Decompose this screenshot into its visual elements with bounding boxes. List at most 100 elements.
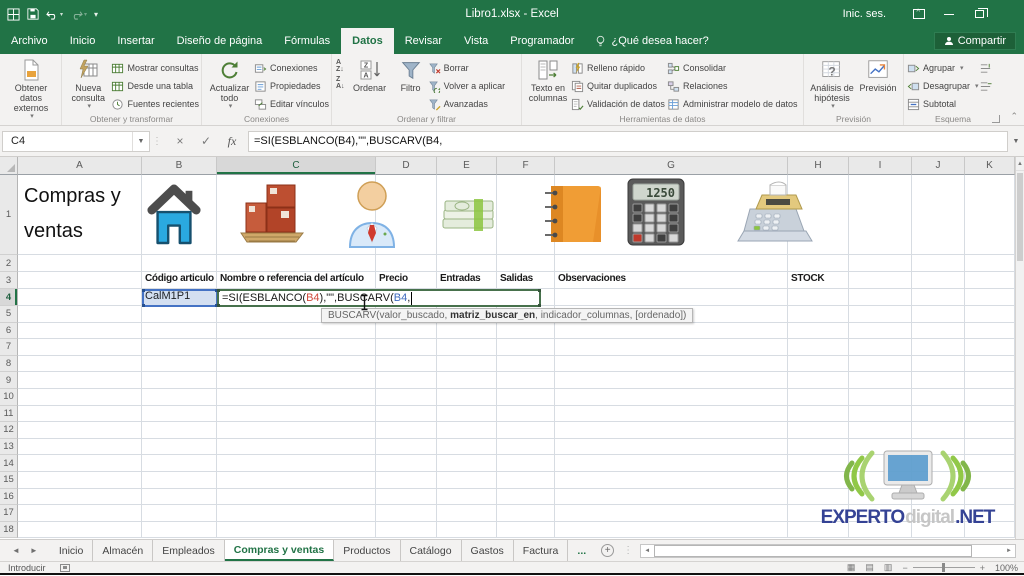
cell-E13[interactable] (437, 439, 497, 456)
cell-A17[interactable] (18, 505, 142, 522)
row-header-8[interactable]: 8 (0, 356, 18, 373)
cell-G15[interactable] (555, 472, 788, 489)
cell-K12[interactable] (965, 422, 1015, 439)
sheet-nav-left-icon[interactable]: ◄ (12, 546, 20, 555)
cell-D12[interactable] (376, 422, 437, 439)
prevision-button[interactable]: Previsión (857, 57, 899, 94)
sheet-tab-almacen[interactable]: Almacén (93, 540, 153, 561)
cell-K1[interactable] (965, 175, 1015, 255)
name-box-dropdown-icon[interactable]: ▼ (132, 132, 149, 151)
cell-E18[interactable] (437, 522, 497, 539)
cell-B18[interactable] (142, 522, 217, 539)
cell-F11[interactable] (497, 406, 555, 423)
row-header-7[interactable]: 7 (0, 339, 18, 356)
cell-I13[interactable] (849, 439, 912, 456)
editar-vinculos-button[interactable]: Editar vínculos (254, 95, 329, 113)
cell-I1[interactable] (849, 175, 912, 255)
actualizar-todo-button[interactable]: Actualizar todo (205, 57, 254, 112)
formula-input[interactable]: =SI(ESBLANCO(B4),"",BUSCARV(B4, (248, 131, 1008, 152)
cell-E14[interactable] (437, 455, 497, 472)
cell-B8[interactable] (142, 356, 217, 373)
ribbon-display-options-button[interactable] (904, 0, 934, 28)
cell-G13[interactable] (555, 439, 788, 456)
boxes-image[interactable] (237, 181, 307, 247)
cell-I5[interactable] (849, 306, 912, 323)
column-header-G[interactable]: G (555, 157, 788, 175)
column-header-I[interactable]: I (849, 157, 912, 175)
cell-G2[interactable] (555, 255, 788, 272)
cell-K9[interactable] (965, 372, 1015, 389)
cell-A14[interactable] (18, 455, 142, 472)
column-header-H[interactable]: H (788, 157, 849, 175)
cell-G12[interactable] (555, 422, 788, 439)
row-header-11[interactable]: 11 (0, 406, 18, 423)
cell-H8[interactable] (788, 356, 849, 373)
cell-D3[interactable]: Precio (376, 272, 437, 289)
agrupar-button[interactable]: Agrupar (907, 59, 979, 77)
mostrar-consultas-button[interactable]: Mostrar consultas (111, 59, 199, 77)
cell-B12[interactable] (142, 422, 217, 439)
cell-F3[interactable]: Salidas (497, 272, 555, 289)
sheet-tab-productos[interactable]: Productos (334, 540, 400, 561)
cell-K6[interactable] (965, 323, 1015, 340)
consolidar-button[interactable]: Consolidar (667, 59, 799, 77)
sign-in-link[interactable]: Inic. ses. (843, 8, 886, 20)
row-header-2[interactable]: 2 (0, 255, 18, 272)
cell-A18[interactable] (18, 522, 142, 539)
cell-E10[interactable] (437, 389, 497, 406)
cell-F7[interactable] (497, 339, 555, 356)
cell-F9[interactable] (497, 372, 555, 389)
column-header-B[interactable]: B (142, 157, 217, 175)
cell-B4[interactable]: CalM1P1 (142, 289, 217, 306)
cell-C16[interactable] (217, 489, 376, 506)
cell-E16[interactable] (437, 489, 497, 506)
cell-C13[interactable] (217, 439, 376, 456)
cell-K16[interactable] (965, 489, 1015, 506)
cell-H13[interactable] (788, 439, 849, 456)
row-header-9[interactable]: 9 (0, 372, 18, 389)
cell-H15[interactable] (788, 472, 849, 489)
cell-H17[interactable] (788, 505, 849, 522)
cell-F15[interactable] (497, 472, 555, 489)
insert-function-button[interactable]: fx (220, 131, 244, 152)
cell-A5[interactable] (18, 306, 142, 323)
cell-I3[interactable] (849, 272, 912, 289)
cell-E2[interactable] (437, 255, 497, 272)
sheet-tab-gastos[interactable]: Gastos (462, 540, 514, 561)
conexiones-button[interactable]: Conexiones (254, 59, 329, 77)
relaciones-button[interactable]: Relaciones (667, 77, 799, 95)
column-header-D[interactable]: D (376, 157, 437, 175)
cell-D11[interactable] (376, 406, 437, 423)
row-header-1[interactable]: 1 (0, 175, 18, 255)
cell-B14[interactable] (142, 455, 217, 472)
enter-button[interactable]: ✓ (194, 131, 218, 152)
row-header-4[interactable]: 4 (0, 289, 18, 306)
row-header-12[interactable]: 12 (0, 422, 18, 439)
cell-D14[interactable] (376, 455, 437, 472)
cash-register-image[interactable] (736, 181, 818, 245)
cell-G18[interactable] (555, 522, 788, 539)
cell-H16[interactable] (788, 489, 849, 506)
cell-B13[interactable] (142, 439, 217, 456)
cell-F10[interactable] (497, 389, 555, 406)
cell-G17[interactable] (555, 505, 788, 522)
cell-A9[interactable] (18, 372, 142, 389)
cell-G9[interactable] (555, 372, 788, 389)
cell-C11[interactable] (217, 406, 376, 423)
cell-E11[interactable] (437, 406, 497, 423)
cell-H12[interactable] (788, 422, 849, 439)
cell-D15[interactable] (376, 472, 437, 489)
fuentes-recientes-button[interactable]: Fuentes recientes (111, 95, 199, 113)
worker-image[interactable] (344, 179, 400, 249)
administrar-modelo-button[interactable]: Administrar modelo de datos (667, 95, 799, 113)
relleno-rapido-button[interactable]: Relleno rápido (571, 59, 667, 77)
filtro-button[interactable]: Filtro (394, 57, 428, 94)
cell-G8[interactable] (555, 356, 788, 373)
cell-E7[interactable] (437, 339, 497, 356)
row-header-17[interactable]: 17 (0, 505, 18, 522)
row-header-3[interactable]: 3 (0, 272, 18, 289)
desde-una-tabla-button[interactable]: Desde una tabla (111, 77, 199, 95)
cell-D10[interactable] (376, 389, 437, 406)
tab-archivo[interactable]: Archivo (0, 28, 59, 54)
cell-B3[interactable]: Código articulo (142, 272, 217, 289)
